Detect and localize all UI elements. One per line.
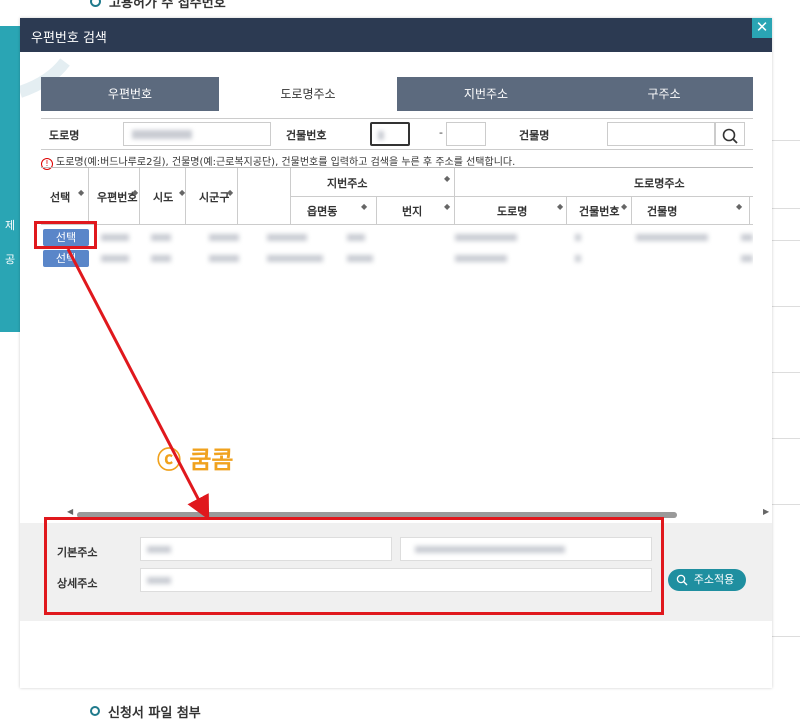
header-select[interactable]: 선택 xyxy=(50,189,70,205)
table-cell xyxy=(636,234,708,241)
table-cell xyxy=(267,255,323,262)
header-building-name[interactable]: 건물명 xyxy=(647,203,677,219)
table-cell xyxy=(101,255,129,262)
left-side-tab: 제공 xyxy=(4,219,16,266)
building-name-input[interactable] xyxy=(607,122,715,146)
building-number-main-input[interactable] xyxy=(370,122,410,146)
close-icon[interactable]: ✕ xyxy=(752,18,772,38)
search-icon xyxy=(722,128,738,144)
building-number-dash: - xyxy=(439,126,443,139)
apply-address-button[interactable]: 주소적용 xyxy=(668,569,746,591)
scroll-right-icon[interactable]: ▶ xyxy=(763,507,769,516)
table-cell xyxy=(741,234,753,241)
header-eupmyeondong[interactable]: 읍면동 xyxy=(307,203,337,219)
table-cell xyxy=(455,234,517,241)
header-sido[interactable]: 시도 xyxy=(153,189,173,205)
table-cell xyxy=(741,255,753,262)
table-cell xyxy=(101,234,129,241)
road-name-label: 도로명 xyxy=(49,129,80,142)
tab-jibun-address[interactable]: 지번주소 xyxy=(397,77,575,111)
road-name-input[interactable] xyxy=(123,122,271,146)
table-cell xyxy=(347,234,365,241)
modal-title: 우편번호 검색 xyxy=(31,31,107,46)
header-road-name[interactable]: 도로명 xyxy=(497,203,527,219)
table-cell xyxy=(267,234,307,241)
row-select-button[interactable]: 선택 xyxy=(43,250,89,267)
header-building-number[interactable]: 건물번호 xyxy=(579,203,619,219)
background-section-title: 고용허가 수 접수번호 xyxy=(90,0,226,11)
attachment-section-title: 신청서 파일 첨부 xyxy=(90,702,201,721)
header-bunji[interactable]: 번지 xyxy=(402,203,422,219)
tab-road-address[interactable]: 도로명주소 xyxy=(219,77,397,111)
table-cell xyxy=(151,234,171,241)
grid-group-divider xyxy=(290,196,753,197)
table-cell xyxy=(209,234,239,241)
table-cell xyxy=(455,255,507,262)
search-tabs: 우편번호 도로명주소 지번주소 구주소 xyxy=(41,77,753,111)
building-number-value xyxy=(378,131,384,140)
search-icon xyxy=(676,574,688,586)
table-cell xyxy=(209,255,239,262)
watermark: ⓒ 쿰콤 xyxy=(157,446,234,474)
building-name-label: 건물명 xyxy=(519,129,550,142)
search-button[interactable] xyxy=(715,122,745,146)
building-number-sub-input[interactable] xyxy=(446,122,486,146)
tab-postcode[interactable]: 우편번호 xyxy=(41,77,219,111)
highlight-address-box xyxy=(44,517,664,615)
left-side-strip: 제공 xyxy=(0,26,20,332)
table-cell xyxy=(575,255,581,262)
search-row: 도로명 건물번호 - 건물명 xyxy=(41,118,753,150)
building-number-label: 건물번호 xyxy=(286,129,327,142)
result-grid: 선택 ◆ 우편번호 ◆ 시도 ◆ 시군구 ◆ 지번주소 ◆ 읍면동 ◆ 번지 ◆… xyxy=(41,167,753,278)
grid-header-divider xyxy=(41,224,753,225)
header-road-group: 도로명주소 xyxy=(634,177,685,190)
road-name-value xyxy=(132,130,192,139)
header-jibun-group: 지번주소 xyxy=(327,177,368,190)
tab-old-address[interactable]: 구주소 xyxy=(575,77,753,111)
table-cell xyxy=(151,255,171,262)
modal-header: 우편번호 검색 xyxy=(20,18,772,52)
table-cell xyxy=(347,255,373,262)
table-cell xyxy=(575,234,581,241)
header-sigungu[interactable]: 시군구 xyxy=(199,189,229,205)
scroll-left-icon[interactable]: ◀ xyxy=(67,507,73,516)
highlight-select-button-box xyxy=(34,221,97,249)
apply-button-label: 주소적용 xyxy=(693,573,735,586)
